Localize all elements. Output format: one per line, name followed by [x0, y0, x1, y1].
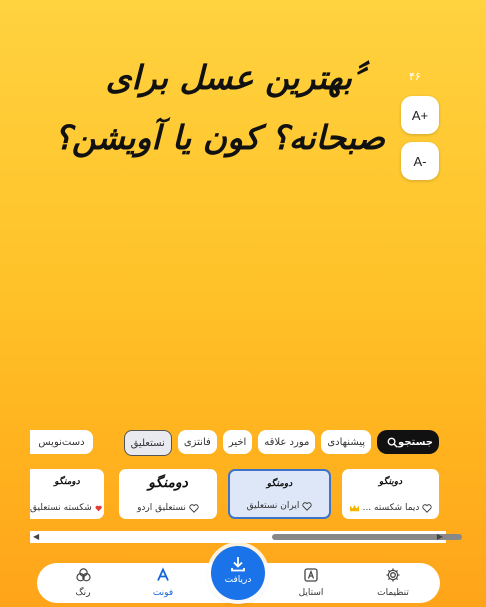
- font-preview: دومنگو: [148, 475, 188, 491]
- nav-font-label: فونت: [152, 588, 174, 598]
- filter-chip-recent[interactable]: اخیر: [222, 430, 253, 454]
- filter-chip-search[interactable]: جستجو: [377, 430, 439, 454]
- filter-chip-label: جستجو: [398, 436, 433, 448]
- increase-font-size-button[interactable]: A+: [401, 96, 439, 134]
- filter-chip-handwriting[interactable]: دست‌نویس: [30, 430, 93, 454]
- font-card-label: نستعلیق اردو: [119, 503, 217, 513]
- scroll-right-arrow-icon[interactable]: ▶: [437, 531, 443, 543]
- nav-settings-label: تنظیمات: [377, 588, 409, 598]
- font-preview: دومنگو: [266, 479, 293, 489]
- heart-outline-icon: [189, 503, 199, 513]
- font-card-nastaliq-urdu[interactable]: دومنگو نستعلیق اردو: [119, 469, 217, 519]
- search-icon: [387, 437, 398, 448]
- filter-chip-favorites[interactable]: مورد علاقه: [258, 430, 316, 454]
- heart-filled-icon: [95, 505, 102, 511]
- heart-outline-icon: [302, 501, 312, 511]
- style-icon: [304, 568, 318, 582]
- font-card-dima-shekasteh[interactable]: دوبنگو دیما شکسته ...: [342, 469, 439, 519]
- character-counter: ۴۶: [409, 71, 421, 83]
- scroll-left-arrow-icon[interactable]: ◀: [33, 531, 39, 543]
- font-preview: دوبنگو: [378, 477, 403, 487]
- font-icon: [157, 567, 169, 581]
- decrease-font-size-button[interactable]: A-: [401, 142, 439, 180]
- download-button-label: دریافت: [224, 575, 252, 585]
- gear-icon: [386, 568, 400, 582]
- filter-chip-nastaliq[interactable]: نستعلیق: [123, 430, 172, 456]
- font-card-iran-nastaliq[interactable]: دومنگو ایران نستعلیق: [228, 469, 331, 519]
- scrollbar-thumb[interactable]: [272, 534, 462, 540]
- filter-chip-suggested[interactable]: پیشنهادی: [321, 430, 372, 454]
- horizontal-scrollbar[interactable]: ◀ ▶: [30, 531, 462, 543]
- font-card-label: شکسته نستعلیق: [30, 503, 104, 513]
- nav-color[interactable]: رنگ: [53, 567, 113, 598]
- font-card-label: ایران نستعلیق: [230, 501, 329, 511]
- nav-settings[interactable]: تنظیمات: [363, 567, 423, 598]
- heart-outline-icon: [422, 503, 433, 513]
- font-preview: دومنگو: [54, 477, 80, 487]
- filter-chip-label: اخیر: [228, 436, 247, 448]
- download-icon: [231, 557, 245, 572]
- filter-chip-label: مورد علاقه: [264, 436, 310, 448]
- nav-color-label: رنگ: [75, 588, 91, 598]
- filter-chip-label: فانتزی: [183, 436, 211, 448]
- filter-chip-label: دست‌نویس: [38, 436, 85, 448]
- filter-chip-label: نستعلیق: [130, 437, 165, 449]
- crown-icon: [349, 504, 359, 511]
- nav-font[interactable]: فونت: [133, 567, 193, 598]
- filter-chip-fantasy[interactable]: فانتزی: [177, 430, 217, 454]
- quote-text[interactable]: 〞بهترین عسل برای صبحانه؟ کون یا آویشن؟: [40, 48, 385, 168]
- color-palette-icon: [75, 568, 91, 582]
- filter-chips: جستجو پیشنهادی مورد علاقه اخیر فانتزی نس…: [123, 430, 439, 456]
- download-button[interactable]: دریافت: [211, 546, 265, 600]
- filter-chip-label: پیشنهادی: [327, 436, 366, 448]
- font-card-shekasteh-nastaliq[interactable]: دومنگو شکسته نستعلیق: [30, 469, 104, 519]
- nav-style-label: استایل: [298, 588, 324, 598]
- nav-style[interactable]: استایل: [281, 567, 341, 598]
- font-card-label: دیما شکسته ...: [342, 503, 439, 513]
